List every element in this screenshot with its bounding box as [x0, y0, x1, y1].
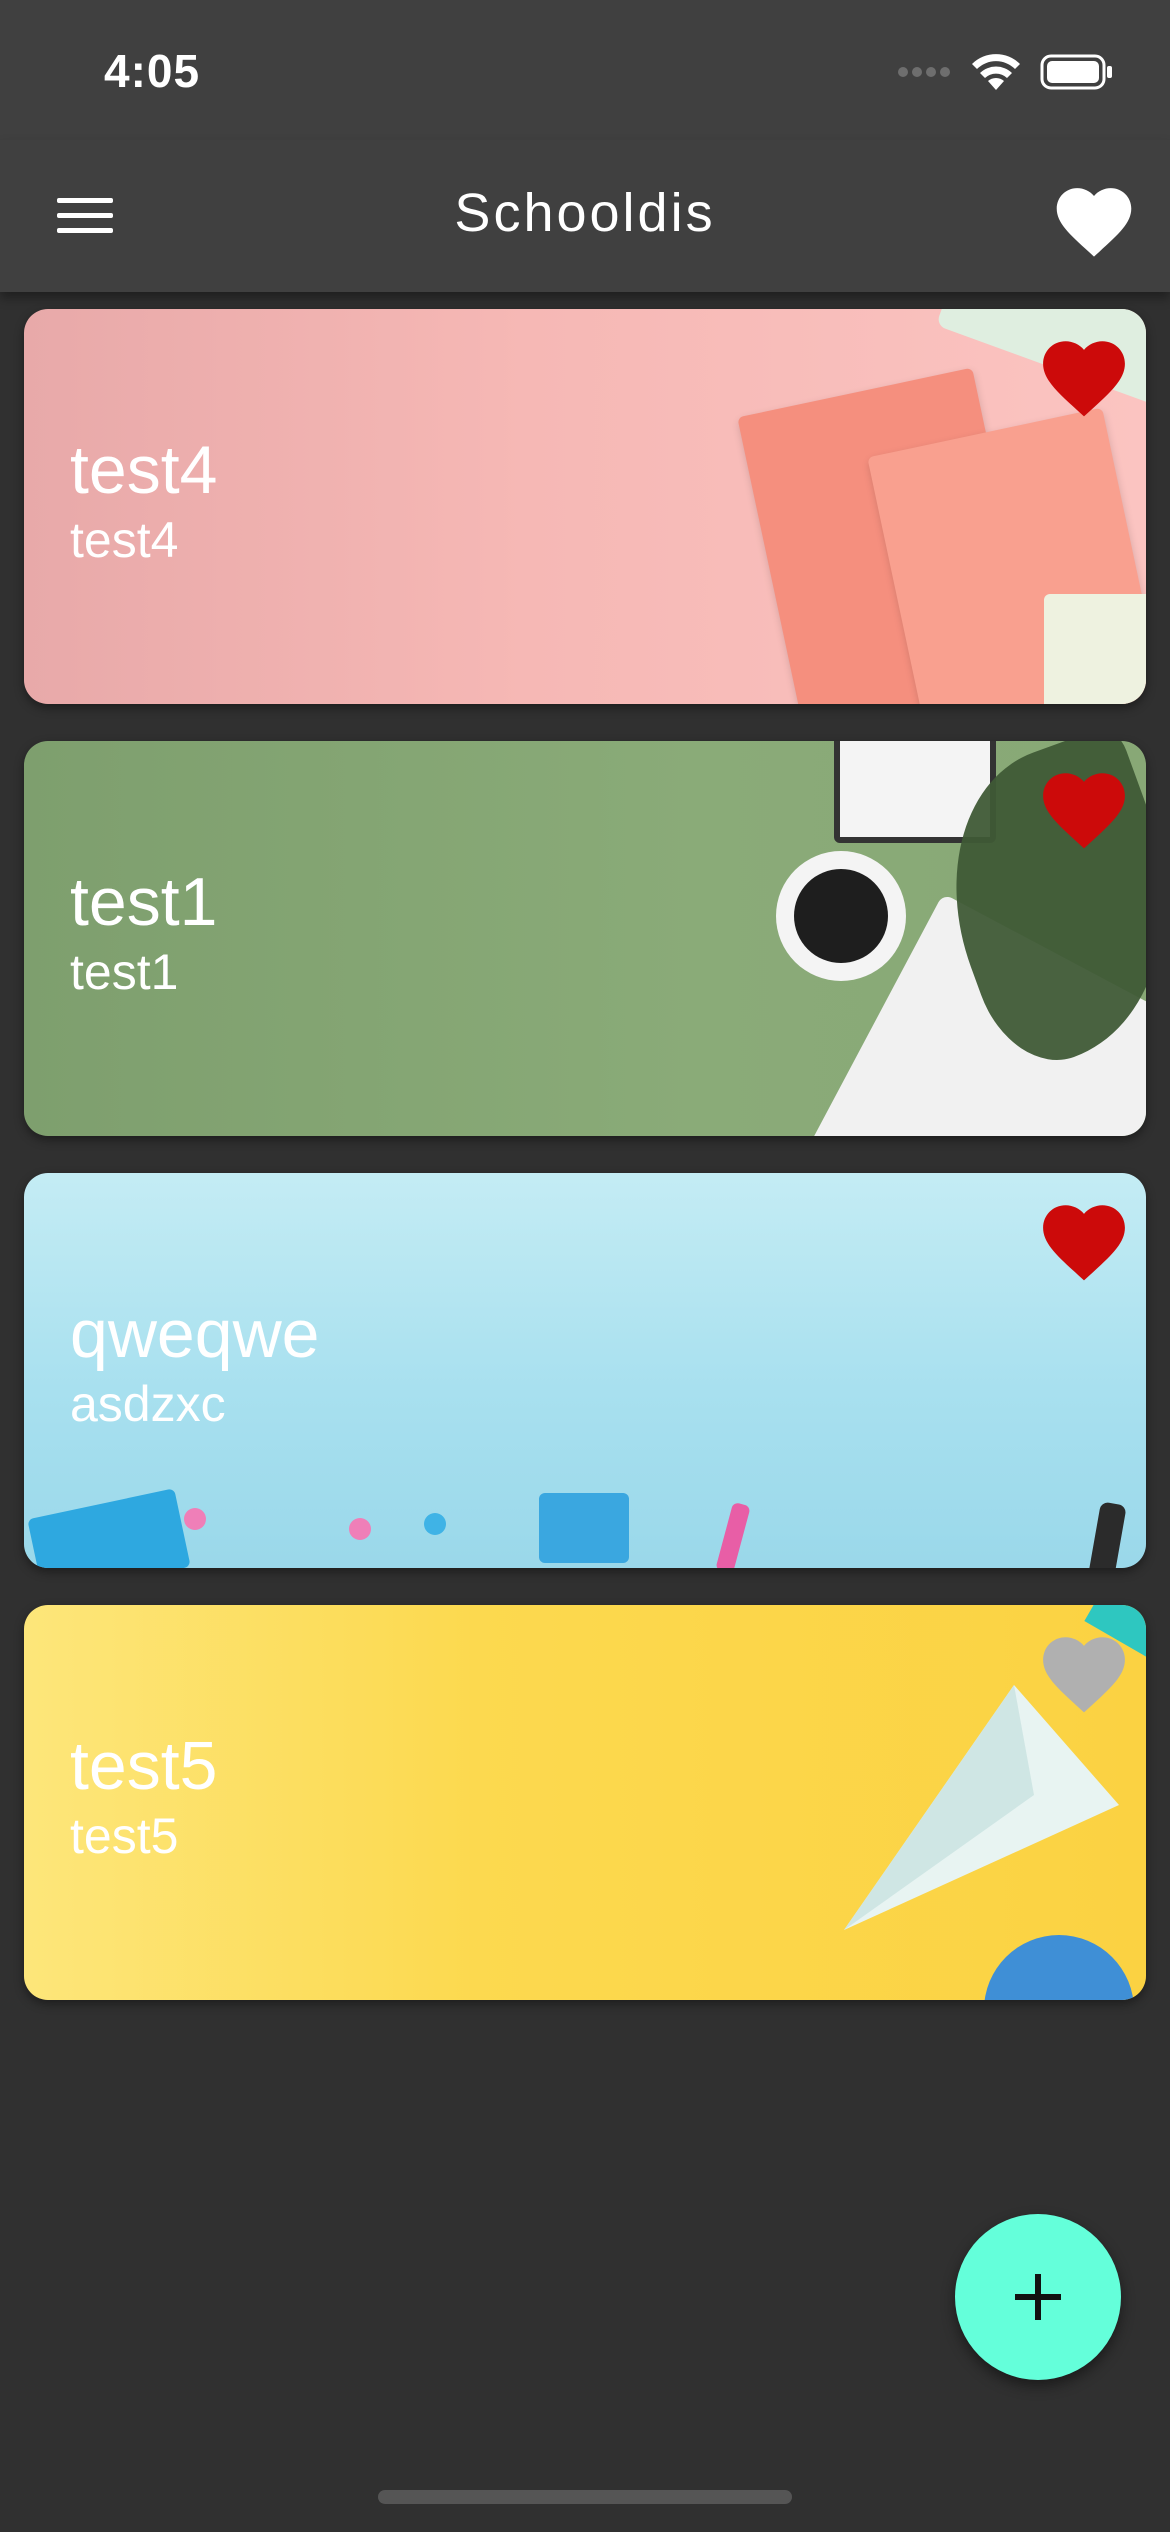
card-title: qweqwe [70, 1296, 320, 1372]
status-bar: 4:05 [0, 0, 1170, 140]
favorite-heart-icon[interactable] [1034, 1625, 1134, 1715]
signal-dots-icon [898, 67, 950, 77]
wifi-icon [972, 54, 1020, 90]
favorites-button[interactable] [1046, 170, 1142, 266]
card-item[interactable]: test4 test4 [24, 309, 1146, 704]
card-title: test1 [70, 864, 218, 940]
notepad-decoration [1044, 594, 1146, 704]
battery-icon [1040, 54, 1112, 90]
app-bar: Schooldis [0, 140, 1170, 292]
card-item[interactable]: qweqwe asdzxc [24, 1173, 1146, 1568]
status-icons [898, 52, 1114, 92]
add-button[interactable] [955, 2214, 1121, 2380]
pushpin-decoration [424, 1513, 446, 1535]
favorite-heart-icon[interactable] [1034, 1193, 1134, 1283]
card-subtitle: test4 [70, 512, 179, 568]
paper-plane-decoration [844, 1685, 1119, 1930]
card-subtitle: asdzxc [70, 1376, 226, 1432]
plus-icon [1015, 2274, 1061, 2320]
card-title: test4 [70, 432, 218, 508]
card-item[interactable]: test5 test5 [24, 1605, 1146, 2000]
clip-decoration [539, 1493, 629, 1563]
card-subtitle: test5 [70, 1808, 179, 1864]
favorite-heart-icon[interactable] [1034, 761, 1134, 851]
pushpin-decoration [184, 1508, 206, 1530]
coffee-decoration [794, 869, 888, 963]
home-indicator[interactable] [378, 2490, 792, 2504]
card-title: test5 [70, 1728, 218, 1804]
card-item[interactable]: test1 test1 [24, 741, 1146, 1136]
status-time: 4:05 [104, 45, 201, 97]
pushpin-decoration [349, 1518, 371, 1540]
page-title: Schooldis [454, 183, 716, 243]
card-subtitle: test1 [70, 944, 179, 1000]
heart-icon [1056, 188, 1132, 257]
favorite-heart-icon[interactable] [1034, 329, 1134, 419]
